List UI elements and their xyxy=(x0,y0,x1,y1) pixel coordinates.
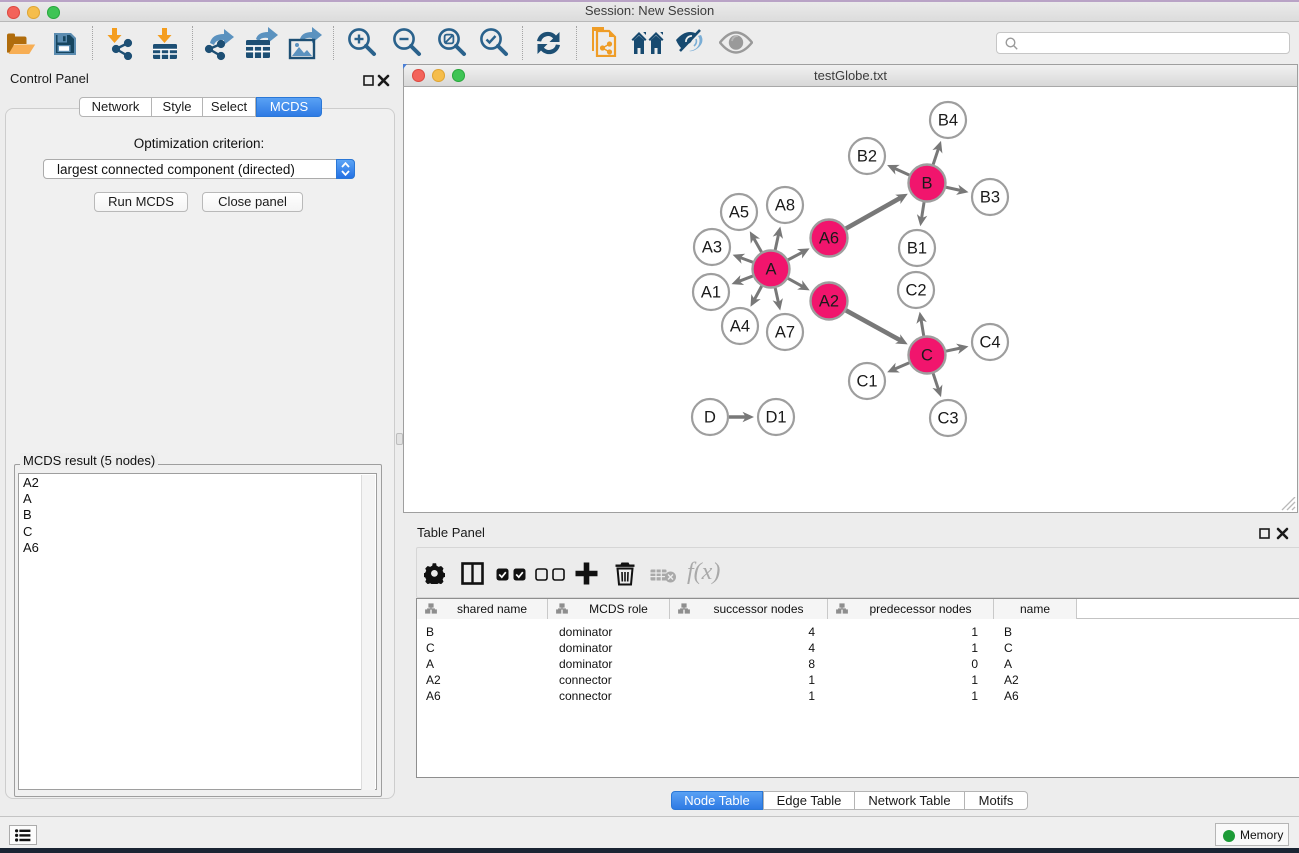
svg-text:A1: A1 xyxy=(701,284,721,302)
svg-text:A2: A2 xyxy=(819,293,839,311)
svg-text:A8: A8 xyxy=(775,197,795,215)
svg-text:A3: A3 xyxy=(702,239,722,257)
svg-text:A: A xyxy=(765,261,776,279)
svg-text:A4: A4 xyxy=(730,318,750,336)
svg-text:C2: C2 xyxy=(905,282,926,300)
svg-text:B2: B2 xyxy=(857,148,877,166)
svg-text:B4: B4 xyxy=(938,112,958,130)
svg-text:C: C xyxy=(921,347,933,365)
svg-text:C4: C4 xyxy=(979,334,1000,352)
svg-text:C3: C3 xyxy=(937,410,958,428)
svg-text:D: D xyxy=(704,409,716,427)
svg-text:C1: C1 xyxy=(856,373,877,391)
svg-text:B3: B3 xyxy=(980,189,1000,207)
svg-text:D1: D1 xyxy=(765,409,786,427)
svg-text:A7: A7 xyxy=(775,324,795,342)
svg-text:B1: B1 xyxy=(907,240,927,258)
svg-text:A5: A5 xyxy=(729,204,749,222)
svg-text:A6: A6 xyxy=(819,230,839,248)
svg-text:B: B xyxy=(921,175,932,193)
